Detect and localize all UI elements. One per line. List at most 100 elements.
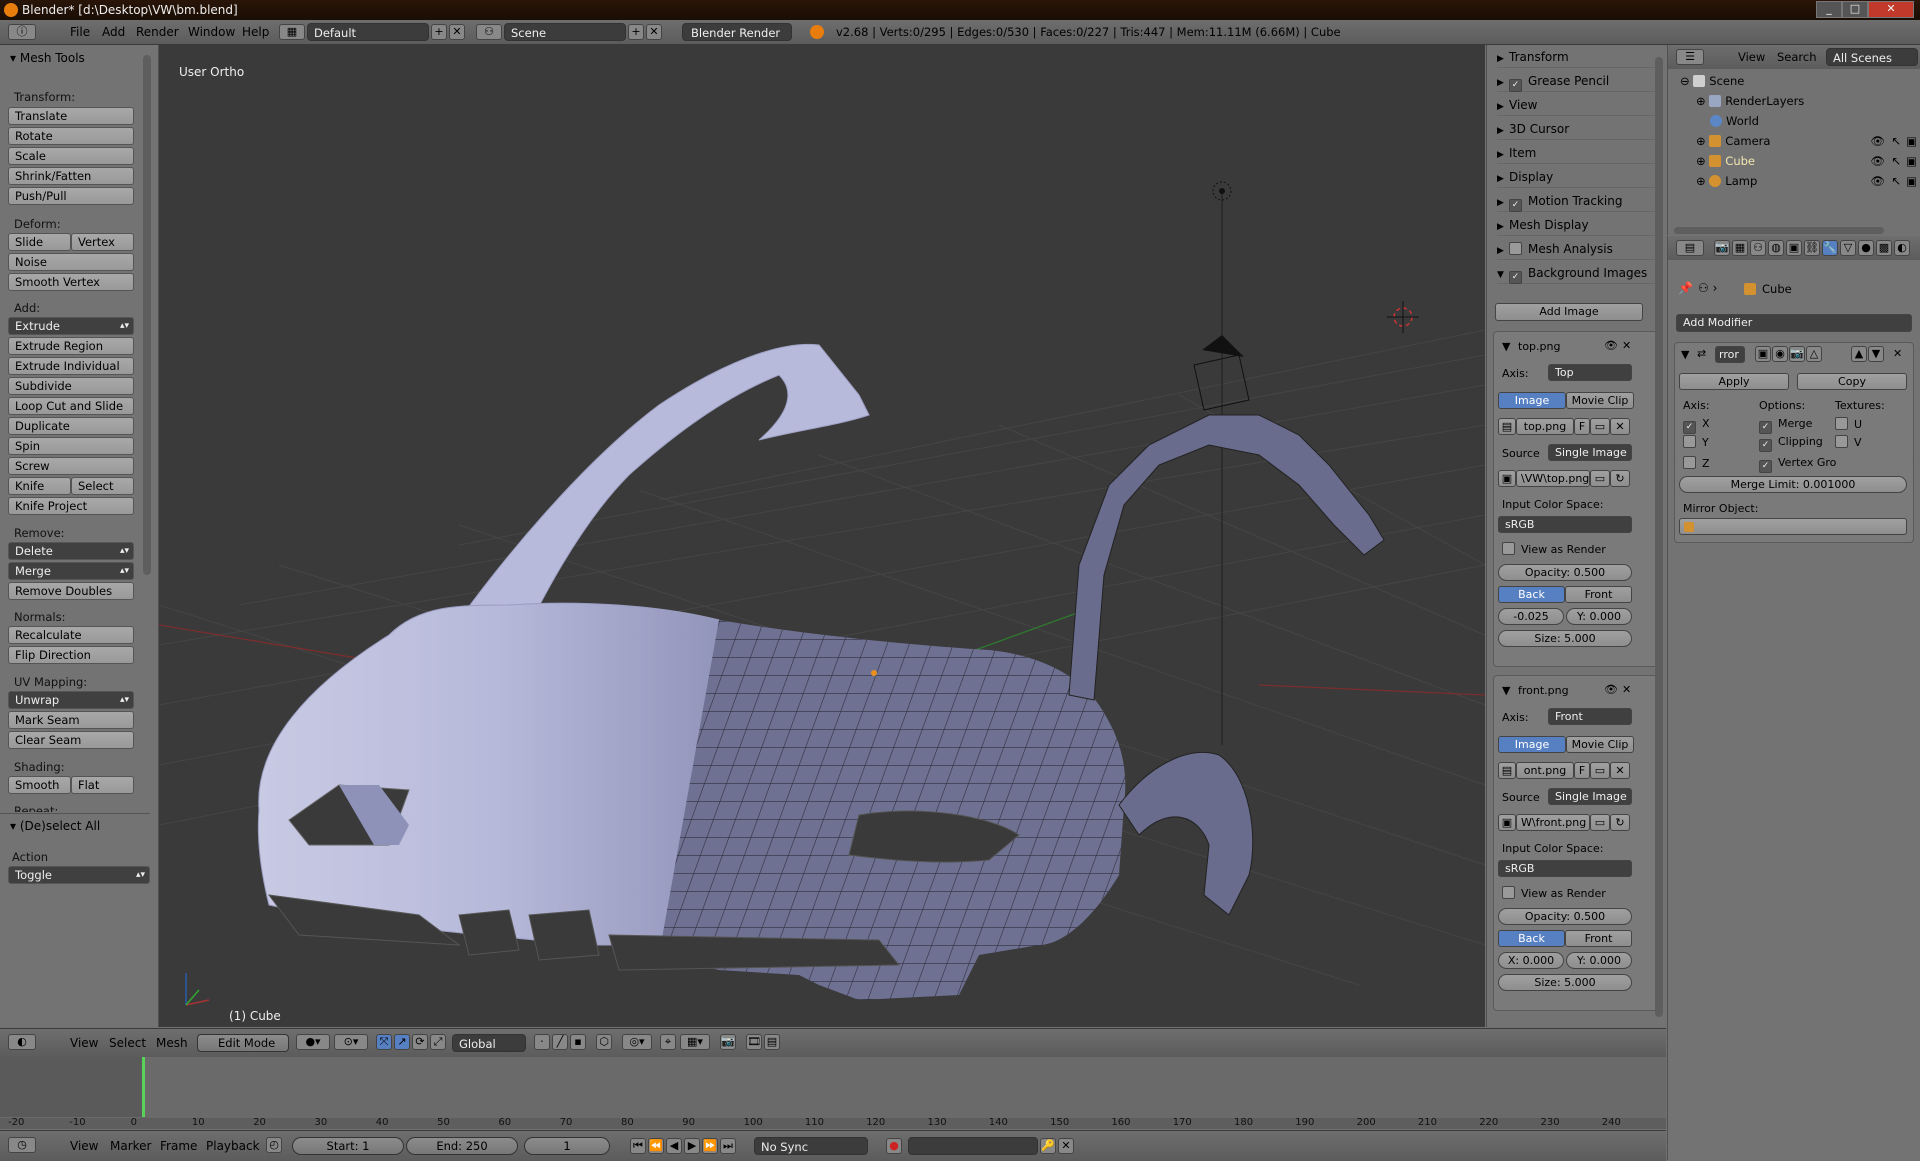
sync-mode-dropdown[interactable]: No Sync: [754, 1137, 868, 1155]
opengl-render-anim-icon[interactable]: 🎞: [746, 1034, 762, 1050]
edge-select-icon[interactable]: ╱: [552, 1034, 568, 1050]
object-tab-icon[interactable]: ▣: [1786, 240, 1802, 256]
image-browse-icon[interactable]: ▤: [1498, 762, 1516, 779]
translate-manipulator-icon[interactable]: ↗: [394, 1034, 410, 1050]
tool-shelf-scrollbar[interactable]: [143, 55, 151, 575]
knife-project-button[interactable]: Knife Project: [8, 497, 134, 515]
panel-mesh-analysis[interactable]: ▶ Mesh Analysis: [1497, 239, 1657, 260]
flat-shading-button[interactable]: Flat: [71, 776, 134, 794]
view-as-render-checkbox[interactable]: [1502, 542, 1515, 555]
tl-menu-marker[interactable]: Marker: [110, 1139, 151, 1153]
texture-v-checkbox[interactable]: [1835, 435, 1848, 448]
play-icon[interactable]: ▶: [684, 1138, 700, 1154]
operator-panel-title[interactable]: ▾ (De)select All: [10, 819, 100, 833]
modifiers-tab-icon[interactable]: 🔧: [1822, 240, 1838, 256]
face-select-icon[interactable]: ▪: [570, 1034, 586, 1050]
render-engine-dropdown[interactable]: Blender Render: [682, 23, 792, 41]
image-tab[interactable]: Image: [1498, 736, 1566, 753]
collapse-icon[interactable]: ▼: [1681, 348, 1689, 361]
front-toggle[interactable]: Front: [1565, 930, 1632, 947]
movie-clip-tab[interactable]: Movie Clip: [1566, 392, 1634, 409]
texture-v-row[interactable]: V: [1835, 435, 1862, 449]
transform-orientation-dropdown[interactable]: Global: [452, 1034, 526, 1052]
clear-seam-button[interactable]: Clear Seam: [8, 731, 134, 749]
mark-seam-button[interactable]: Mark Seam: [8, 711, 134, 729]
offset-y-field[interactable]: Y: 0.000: [1566, 608, 1632, 625]
panel-background-images[interactable]: ▼ ✓ Background Images: [1497, 263, 1657, 284]
render-camera-icon[interactable]: ▣: [1906, 131, 1917, 151]
show-on-cage-icon[interactable]: △: [1806, 346, 1822, 362]
panel-mesh-display[interactable]: ▶ Mesh Display: [1497, 215, 1657, 236]
editor-type-info-icon[interactable]: ⓘ: [8, 24, 36, 40]
push-pull-button[interactable]: Push/Pull: [8, 187, 134, 205]
remove-modifier-icon[interactable]: ✕: [1893, 347, 1902, 360]
add-layout-icon[interactable]: +: [431, 24, 447, 40]
axis-x-row[interactable]: ✓ X: [1683, 417, 1710, 434]
menu-window[interactable]: Window: [188, 25, 235, 39]
knife-select-button[interactable]: Select: [71, 477, 134, 495]
texture-tab-icon[interactable]: ▩: [1876, 240, 1892, 256]
shrink-fatten-button[interactable]: Shrink/Fatten: [8, 167, 134, 185]
close-icon[interactable]: ✕: [1622, 339, 1631, 352]
open-folder-icon[interactable]: ▭: [1590, 418, 1610, 435]
show-in-viewport-icon[interactable]: ◉: [1772, 346, 1788, 362]
opacity-slider[interactable]: Opacity: 0.500: [1498, 564, 1632, 581]
scene-field[interactable]: Scene: [504, 23, 626, 41]
axis-dropdown[interactable]: Front: [1548, 708, 1632, 725]
visibility-eye-icon[interactable]: 👁: [1870, 171, 1885, 191]
scale-button[interactable]: Scale: [8, 147, 134, 165]
axis-x-checkbox[interactable]: ✓: [1683, 421, 1696, 434]
maximize-button[interactable]: □: [1842, 1, 1868, 18]
selectable-arrow-icon[interactable]: ↖: [1891, 171, 1901, 191]
modifier-name-field[interactable]: rror: [1715, 346, 1745, 363]
panel-item[interactable]: ▶ Item: [1497, 143, 1657, 164]
jump-to-end-icon[interactable]: ⏭: [720, 1138, 736, 1154]
timeline-scrollbar[interactable]: [0, 1118, 1666, 1129]
subdivide-button[interactable]: Subdivide: [8, 377, 134, 395]
right-door-wire[interactable]: [1068, 414, 1385, 701]
close-icon[interactable]: ✕: [1622, 683, 1631, 696]
extrude-region-button[interactable]: Extrude Region: [8, 337, 134, 355]
slide-vertex-button[interactable]: Vertex: [71, 233, 134, 251]
material-tab-icon[interactable]: ●: [1858, 240, 1874, 256]
manipulator-toggle-icon[interactable]: ⤧: [376, 1034, 392, 1050]
unlink-icon[interactable]: ✕: [1610, 418, 1630, 435]
clipping-checkbox[interactable]: ✓: [1759, 439, 1772, 452]
physics-tab-icon[interactable]: ◐: [1894, 240, 1910, 256]
outliner-row-cube[interactable]: ⊕ Cube 👁 ↖ ▣: [1668, 151, 1920, 171]
vp-menu-select[interactable]: Select: [109, 1036, 146, 1050]
apply-button[interactable]: Apply: [1679, 373, 1789, 390]
jump-to-keyframe-back-icon[interactable]: ⏪: [648, 1138, 664, 1154]
size-field[interactable]: Size: 5.000: [1498, 630, 1632, 647]
outliner-filter-dropdown[interactable]: All Scenes: [1826, 48, 1918, 66]
proportional-edit-icon[interactable]: ◎▾: [622, 1034, 652, 1050]
menu-add[interactable]: Add: [102, 25, 125, 39]
viewport-shading-icon[interactable]: ●▾: [296, 1034, 330, 1050]
loop-cut-slide-button[interactable]: Loop Cut and Slide: [8, 397, 134, 415]
constraints-tab-icon[interactable]: ⛓: [1804, 240, 1820, 256]
view-as-render-row[interactable]: View as Render: [1502, 886, 1606, 900]
collapse-icon[interactable]: ▼: [1502, 340, 1510, 353]
color-space-dropdown[interactable]: sRGB: [1498, 860, 1632, 877]
noise-button[interactable]: Noise: [8, 253, 134, 271]
viewport-scene[interactable]: [159, 45, 1485, 1027]
view-as-render-row[interactable]: View as Render: [1502, 542, 1606, 556]
selectable-arrow-icon[interactable]: ↖: [1891, 131, 1901, 151]
extrude-dropdown[interactable]: Extrude ▴▾: [8, 317, 134, 335]
add-modifier-dropdown[interactable]: Add Modifier: [1676, 314, 1912, 332]
editor-type-outliner-icon[interactable]: ☰: [1676, 49, 1704, 65]
motion-tracking-checkbox[interactable]: ✓: [1509, 199, 1522, 212]
editor-type-timeline-icon[interactable]: ◷: [8, 1137, 36, 1153]
vertex-group-row[interactable]: ✓ Vertex Gro: [1759, 456, 1836, 473]
axis-y-row[interactable]: Y: [1683, 435, 1709, 449]
pin-icon[interactable]: 📌: [1678, 281, 1693, 295]
current-frame-cursor[interactable]: [142, 1057, 145, 1117]
panel-3d-cursor[interactable]: ▶ 3D Cursor: [1497, 119, 1657, 140]
camera-object[interactable]: [1202, 335, 1244, 357]
scene-icon[interactable]: ⚇: [476, 24, 502, 40]
collapse-icon[interactable]: ▼: [1502, 684, 1510, 697]
render-tab-icon[interactable]: 📷: [1714, 240, 1730, 256]
back-toggle[interactable]: Back: [1498, 930, 1565, 947]
translate-button[interactable]: Translate: [8, 107, 134, 125]
eye-icon[interactable]: 👁: [1604, 683, 1618, 696]
